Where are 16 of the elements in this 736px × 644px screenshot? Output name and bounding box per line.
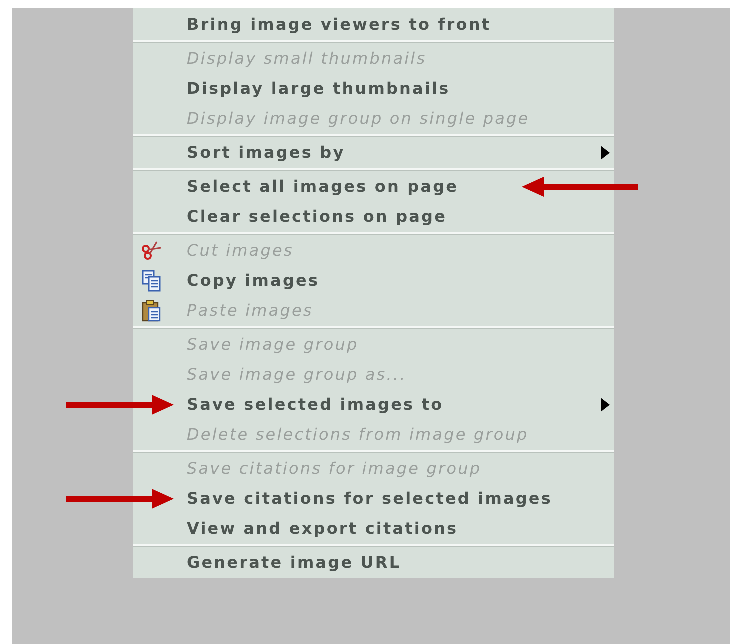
scissors-icon: [141, 240, 163, 260]
copy-icon: [141, 270, 163, 292]
menu-item[interactable]: Select all images on page: [187, 176, 459, 196]
arrow-right-icon: [66, 395, 176, 415]
menu-item[interactable]: Clear selections on page: [187, 206, 448, 226]
menu-item[interactable]: Copy images: [187, 270, 320, 290]
clipboard-icon: [141, 300, 163, 322]
menu-item[interactable]: Generate image URL: [187, 552, 402, 572]
menu-item[interactable]: Bring image viewers to front: [187, 14, 492, 34]
menu-item[interactable]: Display large thumbnails: [187, 78, 450, 98]
menu-item[interactable]: Save selected images to: [187, 394, 444, 414]
menu-item[interactable]: Sort images by: [187, 142, 346, 162]
menu-item[interactable]: View and export citations: [187, 518, 458, 538]
arrow-left-icon: [520, 177, 638, 197]
menu-item[interactable]: Save citations for selected images: [187, 488, 553, 508]
arrow-right-icon: [66, 489, 176, 509]
